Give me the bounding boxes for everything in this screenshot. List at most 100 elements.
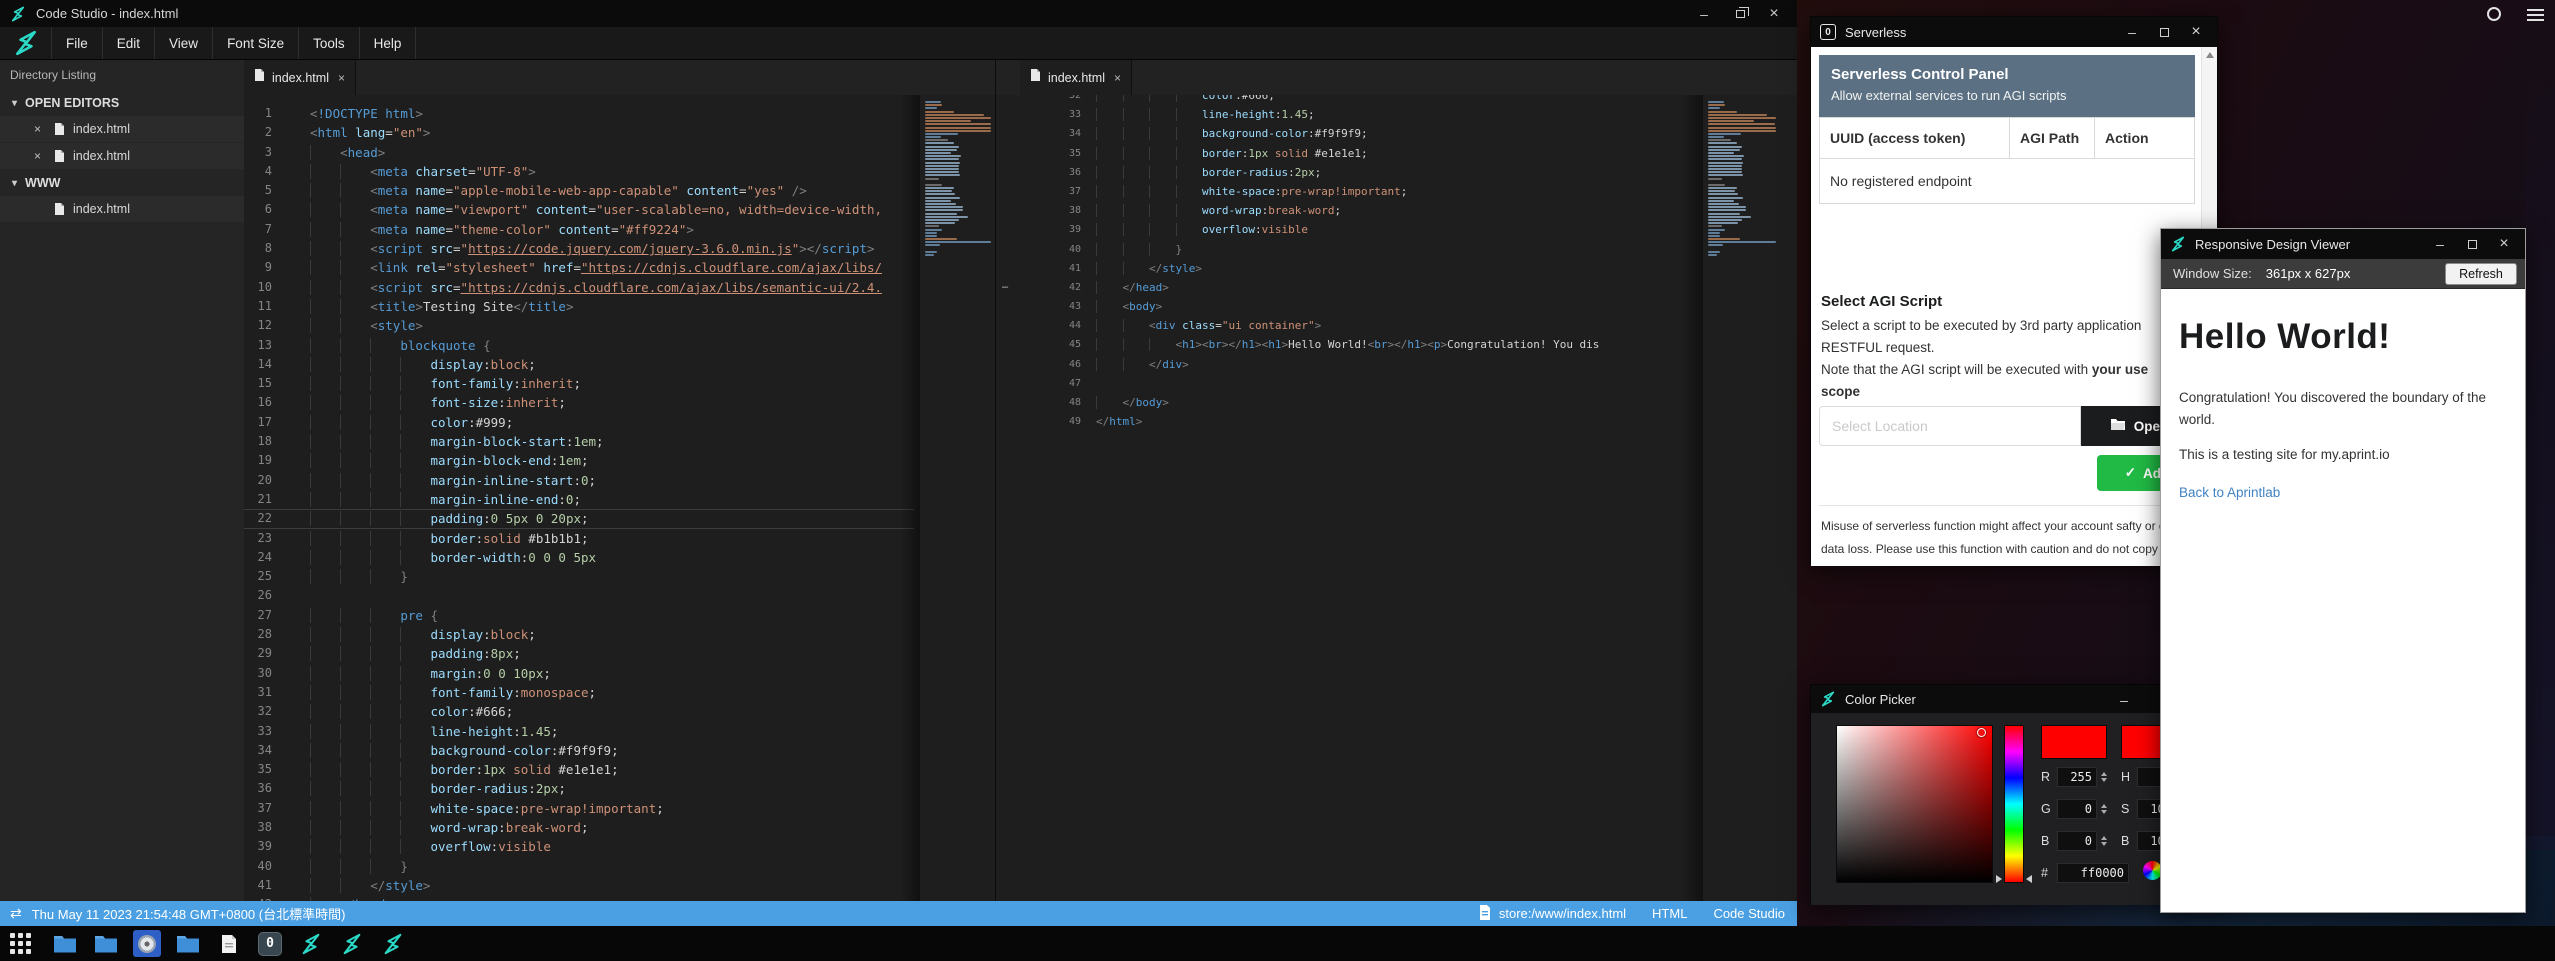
sidebar-file-item[interactable]: ×index.html bbox=[0, 143, 244, 169]
code-line[interactable]: 35 border:1px solid #e1e1e1; bbox=[244, 760, 914, 779]
code-line[interactable]: 49</html> bbox=[996, 412, 1680, 431]
taskbar-serverless-app-icon[interactable]: 0 bbox=[254, 929, 286, 959]
refresh-button[interactable]: Refresh bbox=[2445, 263, 2517, 285]
restore-button[interactable] bbox=[1723, 0, 1757, 27]
close-button[interactable]: × bbox=[1757, 0, 1791, 27]
sidebar-file-item[interactable]: ×index.html bbox=[0, 196, 244, 222]
code-line[interactable]: 6 <meta name="viewport" content="user-sc… bbox=[244, 200, 914, 219]
close-icon[interactable]: × bbox=[34, 122, 48, 136]
taskbar-media-disc-icon[interactable] bbox=[131, 929, 163, 959]
close-button[interactable]: × bbox=[2179, 17, 2213, 47]
taskbar-folder-icon[interactable] bbox=[90, 929, 122, 959]
hue-slider[interactable] bbox=[2004, 725, 2024, 883]
code-line[interactable]: 20 margin-inline-start:0; bbox=[244, 471, 914, 490]
hue-marker-right-icon[interactable] bbox=[2026, 875, 2032, 883]
fold-marker-icon[interactable]: – bbox=[1002, 278, 1008, 297]
stepper-icon[interactable] bbox=[2101, 772, 2107, 782]
code-line[interactable]: 39 overflow:visible bbox=[244, 837, 914, 856]
code-line[interactable]: 24 border-width:0 0 0 5px bbox=[244, 548, 914, 567]
code-line[interactable]: 12 <style> bbox=[244, 316, 914, 335]
b-value-input[interactable]: 0 bbox=[2057, 831, 2097, 851]
select-location-input[interactable] bbox=[1819, 406, 2081, 446]
code-line[interactable]: 40 } bbox=[244, 857, 914, 876]
hex-value-input[interactable]: ff0000 bbox=[2057, 863, 2129, 883]
taskbar-code-studio-icon[interactable] bbox=[295, 929, 327, 959]
code-line[interactable]: 33 line-height:1.45; bbox=[996, 105, 1680, 124]
code-line[interactable]: 39 overflow:visible bbox=[996, 220, 1680, 239]
status-language[interactable]: HTML bbox=[1652, 906, 1687, 921]
code-line[interactable]: 15 font-family:inherit; bbox=[244, 374, 914, 393]
code-line[interactable]: 8 <script src="https://code.jquery.com/j… bbox=[244, 239, 914, 258]
code-line[interactable]: 40 } bbox=[996, 240, 1680, 259]
code-line[interactable]: 17 color:#999; bbox=[244, 413, 914, 432]
code-line[interactable]: 2<html lang="en"> bbox=[244, 123, 914, 142]
g-value-input[interactable]: 0 bbox=[2057, 799, 2097, 819]
code-line[interactable]: 47 bbox=[996, 374, 1680, 393]
editor-pane-2[interactable]: 32 color:#666;33 line-height:1.45;34 bac… bbox=[996, 95, 1680, 901]
code-line[interactable]: 19 margin-block-end:1em; bbox=[244, 451, 914, 470]
serverless-title-bar[interactable]: 0 Serverless – × bbox=[1811, 17, 2217, 47]
code-line[interactable]: 37 white-space:pre-wrap!important; bbox=[996, 182, 1680, 201]
code-line[interactable]: 13 blockquote { bbox=[244, 336, 914, 355]
menu-item-font-size[interactable]: Font Size bbox=[213, 27, 299, 59]
code-line[interactable]: 3 <head> bbox=[244, 143, 914, 162]
viewer-title-bar[interactable]: Responsive Design Viewer – × bbox=[2161, 229, 2525, 259]
tab-indexhtml-1[interactable]: index.html × bbox=[244, 60, 356, 95]
code-line[interactable]: 4 <meta charset="UTF-8"> bbox=[244, 162, 914, 181]
sidebar-section-open-editors[interactable]: ▾OPEN EDITORS bbox=[0, 90, 244, 116]
code-line[interactable]: 35 border:1px solid #e1e1e1; bbox=[996, 144, 1680, 163]
tab-close-icon[interactable]: × bbox=[1114, 71, 1121, 85]
code-line[interactable]: 41 </style> bbox=[996, 259, 1680, 278]
code-line[interactable]: 9 <link rel="stylesheet" href="https://c… bbox=[244, 258, 914, 277]
code-line[interactable]: 41 </style> bbox=[244, 876, 914, 895]
taskbar-folder-icon[interactable] bbox=[49, 929, 81, 959]
code-line[interactable]: 18 margin-block-start:1em; bbox=[244, 432, 914, 451]
code-line[interactable]: 37 white-space:pre-wrap!important; bbox=[244, 799, 914, 818]
code-line[interactable]: 28 display:block; bbox=[244, 625, 914, 644]
code-line[interactable]: 21 margin-inline-end:0; bbox=[244, 490, 914, 509]
menu-item-view[interactable]: View bbox=[155, 27, 213, 59]
code-line[interactable]: 29 padding:8px; bbox=[244, 644, 914, 663]
code-line[interactable]: 38 word-wrap:break-word; bbox=[996, 201, 1680, 220]
code-line[interactable]: 22 padding:0 5px 0 20px; bbox=[244, 509, 914, 528]
title-bar[interactable]: Code Studio - index.html – × bbox=[0, 0, 1797, 27]
menu-item-file[interactable]: File bbox=[52, 27, 103, 59]
sync-icon[interactable]: ⇄ bbox=[10, 905, 22, 922]
minimap-1[interactable] bbox=[920, 95, 995, 901]
status-file-path[interactable]: store:/www/index.html bbox=[1499, 906, 1626, 921]
saturation-value-area[interactable] bbox=[1836, 725, 1993, 883]
taskbar-folder-icon[interactable] bbox=[172, 929, 204, 959]
code-line[interactable]: 43 <body> bbox=[996, 297, 1680, 316]
minimize-button[interactable]: – bbox=[1687, 0, 1721, 27]
back-to-aprintlab-link[interactable]: Back to Aprintlab bbox=[2179, 485, 2280, 500]
code-line[interactable]: 25 } bbox=[244, 567, 914, 586]
code-line[interactable]: 46 </div> bbox=[996, 355, 1680, 374]
menu-item-tools[interactable]: Tools bbox=[299, 27, 360, 59]
sv-marker[interactable] bbox=[1977, 728, 1986, 737]
code-line[interactable]: 11 <title>Testing Site</title> bbox=[244, 297, 914, 316]
maximize-button[interactable] bbox=[2455, 229, 2489, 259]
code-line[interactable]: 1<!DOCTYPE html> bbox=[244, 104, 914, 123]
code-line[interactable]: 10 <script src="https://cdnjs.cloudflare… bbox=[244, 278, 914, 297]
taskbar-code-studio-icon[interactable] bbox=[377, 929, 409, 959]
minimize-button[interactable]: – bbox=[2107, 685, 2141, 715]
menu-logo-icon[interactable] bbox=[0, 27, 52, 59]
code-line[interactable]: 33 line-height:1.45; bbox=[244, 722, 914, 741]
hue-marker-left-icon[interactable] bbox=[1996, 875, 2002, 883]
code-line[interactable]: 34 background-color:#f9f9f9; bbox=[244, 741, 914, 760]
code-line[interactable]: 45 <h1><br></h1><h1>Hello World!<br></h1… bbox=[996, 335, 1680, 354]
code-line[interactable]: 30 margin:0 0 10px; bbox=[244, 664, 914, 683]
r-value-input[interactable]: 255 bbox=[2057, 767, 2097, 787]
maximize-button[interactable] bbox=[2147, 17, 2181, 47]
sidebar-section-www[interactable]: ▾WWW bbox=[0, 170, 244, 196]
code-line[interactable]: 14 display:block; bbox=[244, 355, 914, 374]
minimap-2[interactable] bbox=[1703, 95, 1785, 901]
code-line[interactable]: 32 color:#666; bbox=[244, 702, 914, 721]
code-line[interactable]: 34 background-color:#f9f9f9; bbox=[996, 124, 1680, 143]
code-line[interactable]: 7 <meta name="theme-color" content="#ff9… bbox=[244, 220, 914, 239]
sidebar-file-item[interactable]: ×index.html bbox=[0, 116, 244, 142]
code-line[interactable]: 48 </body> bbox=[996, 393, 1680, 412]
taskbar-document-icon[interactable] bbox=[213, 929, 245, 959]
code-line[interactable]: 23 border:solid #b1b1b1; bbox=[244, 529, 914, 548]
code-line[interactable]: 26 bbox=[244, 586, 914, 605]
